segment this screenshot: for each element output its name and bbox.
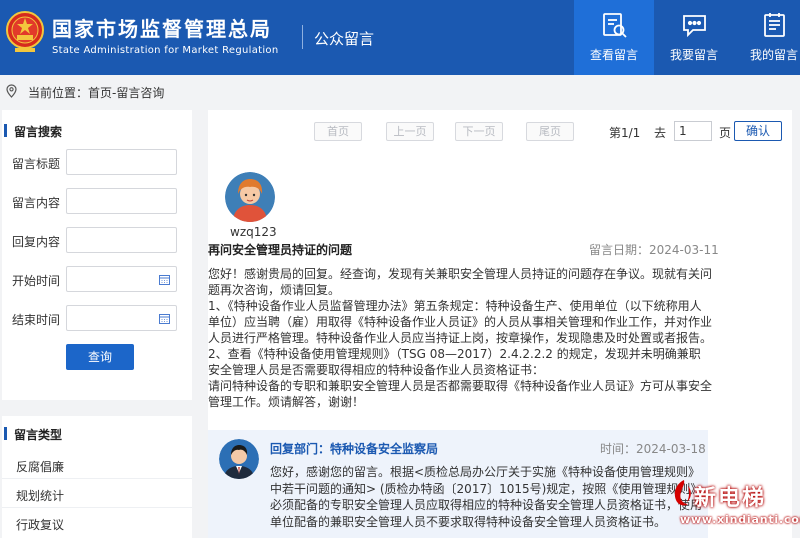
goto-page-input[interactable]: 1 [674,121,712,141]
confirm-button[interactable]: 确认 [734,121,782,141]
site-header: 国家市场监督管理总局 State Administration for Mark… [0,0,800,75]
reply-department: 回复部门：特种设备安全监察局 [270,442,439,456]
page-info: 第1/1 [609,126,641,140]
end-date-input[interactable] [66,305,177,331]
view-message-icon [603,13,627,38]
nav-write-message[interactable]: 我要留言 [654,0,734,75]
start-date-input[interactable] [66,266,177,292]
site-title: 国家市场监督管理总局 [52,17,272,41]
site-title-english: State Administration for Market Regulati… [52,45,279,56]
section-subtitle: 公众留言 [314,30,375,48]
reply-avatar [219,439,259,479]
watermark-url: www.xindianti.com [680,513,800,526]
write-message-icon [683,15,706,38]
search-panel: 留言搜索 留言标题 留言内容 回复内容 开始时间 结束时间 查询 [2,110,192,400]
goto-prefix: 去 [654,126,667,140]
type-divider [2,507,192,508]
my-message-icon [764,13,785,37]
content-input[interactable] [66,188,177,214]
nav-label: 我要留言 [669,48,718,62]
message-paragraph: 请问特种设备的专职和兼职安全管理人员是否都需要取得《特种设备作业人员证》方可从事… [208,379,713,409]
message-paragraph: 2、查看《特种设备使用管理规则》（TSG 08—2017）2.4.2.2.2 的… [208,347,701,377]
content-field-label: 留言内容 [12,196,61,210]
nav-label: 我的留言 [749,48,798,62]
location-pin-icon [6,84,17,98]
national-emblem-icon [6,11,44,52]
calendar-icon[interactable] [159,274,170,285]
next-page-button[interactable]: 下一页 [455,122,503,141]
reply-time: 时间：2024-03-18 [600,442,706,456]
prev-page-button[interactable]: 上一页 [386,122,434,141]
user-avatar [225,172,275,222]
message-title: 再问安全管理员持证的问题 [208,243,353,257]
message-body: 您好！感谢贵局的回复。经查询，发现有关兼职安全管理人员持证的问题存在争议。现就有… [208,266,712,410]
type-panel-heading: 留言类型 [3,427,63,442]
start-date-label: 开始时间 [12,274,61,288]
nav-view-messages[interactable]: 查看留言 [574,0,654,75]
watermark: 新电梯 www.xindianti.com [668,474,800,538]
calendar-icon[interactable] [159,313,170,324]
title-field-label: 留言标题 [12,157,61,171]
type-item-administrative-review[interactable]: 行政复议 [16,516,64,533]
type-item-anticorruption[interactable]: 反腐倡廉 [16,458,64,475]
reply-input[interactable] [66,227,177,253]
type-item-planning-statistics[interactable]: 规划统计 [16,487,64,504]
goto-suffix: 页 [719,126,732,140]
username: wzq123 [230,225,277,239]
reply-body: 您好，感谢您的留言。根据<质检总局办公厅关于实施《特种设备使用管理规则》中若干问… [270,465,703,529]
nav-label: 查看留言 [589,48,638,62]
first-page-button[interactable]: 首页 [314,122,362,141]
watermark-text: 新电梯 [694,486,767,511]
breadcrumb: 当前位置：首页-留言咨询 [0,75,800,107]
last-page-button[interactable]: 尾页 [526,122,574,141]
end-date-label: 结束时间 [12,313,61,327]
message-paragraph: 1、《特种设备作业人员监督管理办法》第五条规定：特种设备生产、使用单位（以下统称… [208,299,713,345]
watermark-logo-icon [674,480,691,506]
message-type-panel: 留言类型 反腐倡廉 规划统计 行政复议 [2,416,192,538]
header-divider [302,25,303,49]
search-button[interactable]: 查询 [66,344,134,370]
title-input[interactable] [66,149,177,175]
type-divider [2,478,192,479]
nav-my-messages[interactable]: 我的留言 [734,0,800,75]
message-paragraph: 您好！感谢贵局的回复。经查询，发现有关兼职安全管理人员持证的问题存在争议。现就有… [208,267,713,297]
message-date: 留言日期：2024-03-11 [589,243,719,257]
search-panel-heading: 留言搜索 [3,124,63,139]
breadcrumb-text: 当前位置：首页-留言咨询 [28,86,165,100]
reply-field-label: 回复内容 [12,235,61,249]
reply-box: 回复部门：特种设备安全监察局 时间：2024-03-18 您好，感谢您的留言。根… [208,430,708,538]
